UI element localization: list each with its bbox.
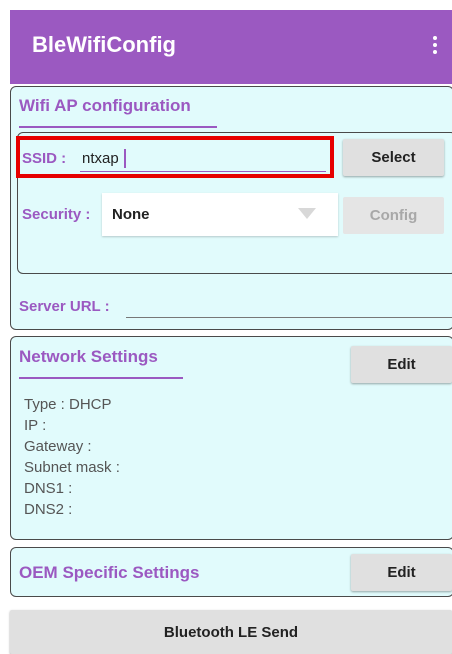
bluetooth-le-send-button[interactable]: Bluetooth LE Send xyxy=(10,610,452,654)
ssid-highlight-box xyxy=(16,136,334,178)
app-title: BleWifiConfig xyxy=(32,32,176,57)
network-type: Type : DHCP xyxy=(24,396,112,413)
wifi-title-underline xyxy=(19,126,217,128)
network-gateway: Gateway : xyxy=(24,438,92,455)
security-value: None xyxy=(112,206,150,223)
network-ip: IP : xyxy=(24,417,47,434)
oem-edit-button[interactable]: Edit xyxy=(351,554,452,591)
config-button[interactable]: Config xyxy=(343,197,444,234)
wifi-section-title: Wifi AP configuration xyxy=(19,96,191,115)
oem-section-title: OEM Specific Settings xyxy=(19,563,200,582)
network-dns2: DNS2 : xyxy=(24,501,73,518)
app-bar: BleWifiConfig xyxy=(10,10,452,84)
dropdown-arrow-icon xyxy=(298,208,316,219)
network-edit-button[interactable]: Edit xyxy=(351,346,452,383)
server-url-label: Server URL : xyxy=(19,298,110,315)
network-title-underline xyxy=(19,377,183,379)
network-section-title: Network Settings xyxy=(19,347,158,366)
network-info-list: Type : DHCP IP : Gateway : Subnet mask :… xyxy=(24,394,120,520)
network-dns1: DNS1 : xyxy=(24,480,73,497)
server-url-input[interactable] xyxy=(126,296,452,318)
security-label: Security : xyxy=(22,206,91,223)
select-button[interactable]: Select xyxy=(343,139,444,176)
overflow-menu-icon[interactable] xyxy=(432,36,438,58)
network-subnet-mask: Subnet mask : xyxy=(24,459,120,476)
security-dropdown[interactable]: None xyxy=(102,193,338,236)
